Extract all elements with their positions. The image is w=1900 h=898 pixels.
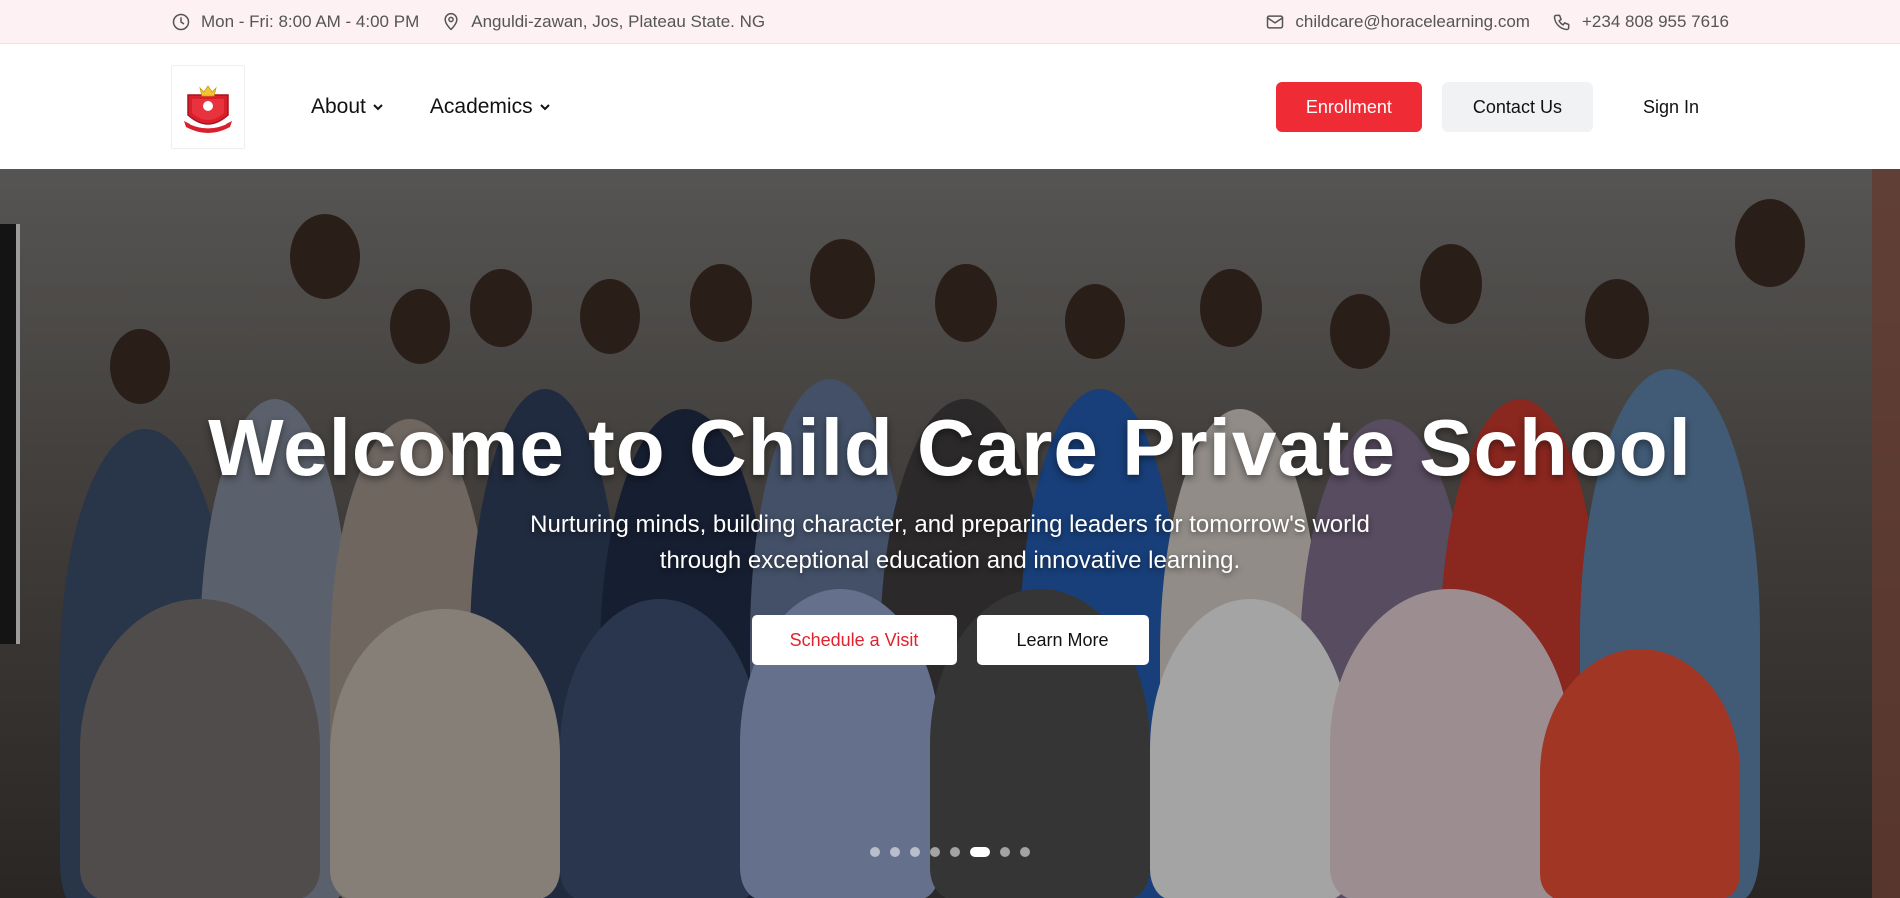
carousel-dot[interactable] <box>870 847 880 857</box>
nav-about-label: About <box>311 95 366 118</box>
address-text: Anguldi-zawan, Jos, Plateau State. NG <box>471 11 766 31</box>
carousel-dot[interactable] <box>1020 847 1030 857</box>
sign-in-button[interactable]: Sign In <box>1613 82 1729 132</box>
email-info[interactable]: childcare@horacelearning.com <box>1265 12 1530 32</box>
topbar-right: childcare@horacelearning.com +234 808 95… <box>1265 12 1729 32</box>
chevron-down-icon <box>539 104 550 111</box>
primary-menu: About Academics <box>311 95 551 119</box>
hero-title: Welcome to Child Care Private School <box>208 403 1692 492</box>
contact-us-button[interactable]: Contact Us <box>1441 82 1593 132</box>
schedule-visit-button[interactable]: Schedule a Visit <box>751 615 957 665</box>
nav-academics[interactable]: Academics <box>430 95 551 119</box>
hero-subtitle: Nurturing minds, building character, and… <box>530 511 1370 574</box>
phone-info[interactable]: +234 808 955 7616 <box>1552 12 1729 32</box>
hero-cta-group: Schedule a Visit Learn More <box>0 615 1900 665</box>
chevron-down-icon <box>373 104 383 111</box>
map-pin-icon <box>444 12 458 30</box>
topbar-left: Mon - Fri: 8:00 AM - 4:00 PM Anguldi-zaw… <box>171 12 765 32</box>
carousel-dot[interactable] <box>890 847 900 857</box>
clock-icon <box>172 13 190 30</box>
carousel-dot[interactable] <box>930 847 940 857</box>
main-navigation: About Academics Enrollment Contact Us Si… <box>0 45 1900 169</box>
phone-icon <box>1553 14 1570 30</box>
school-crest-icon <box>184 85 232 133</box>
address-info: Anguldi-zawan, Jos, Plateau State. NG <box>441 12 765 32</box>
email-link[interactable]: childcare@horacelearning.com <box>1295 12 1530 32</box>
carousel-dot[interactable] <box>970 847 990 857</box>
phone-link[interactable]: +234 808 955 7616 <box>1582 12 1729 32</box>
nav-about[interactable]: About <box>311 95 384 119</box>
enrollment-button[interactable]: Enrollment <box>1275 82 1422 132</box>
school-logo[interactable] <box>171 65 245 149</box>
learn-more-button[interactable]: Learn More <box>976 615 1149 665</box>
carousel-dot[interactable] <box>910 847 920 857</box>
nav-actions: Enrollment Contact Us Sign In <box>1275 82 1729 132</box>
carousel-dot[interactable] <box>950 847 960 857</box>
carousel-dot[interactable] <box>1000 847 1010 857</box>
hours-text: Mon - Fri: 8:00 AM - 4:00 PM <box>201 11 420 31</box>
nav-academics-label: Academics <box>429 95 533 118</box>
carousel-indicators <box>0 847 1900 857</box>
hours-info: Mon - Fri: 8:00 AM - 4:00 PM <box>171 12 419 32</box>
top-info-bar: Mon - Fri: 8:00 AM - 4:00 PM Anguldi-zaw… <box>0 0 1900 44</box>
mail-icon <box>1267 14 1284 29</box>
hero-carousel: Welcome to Child Care Private School Nur… <box>0 169 1900 898</box>
